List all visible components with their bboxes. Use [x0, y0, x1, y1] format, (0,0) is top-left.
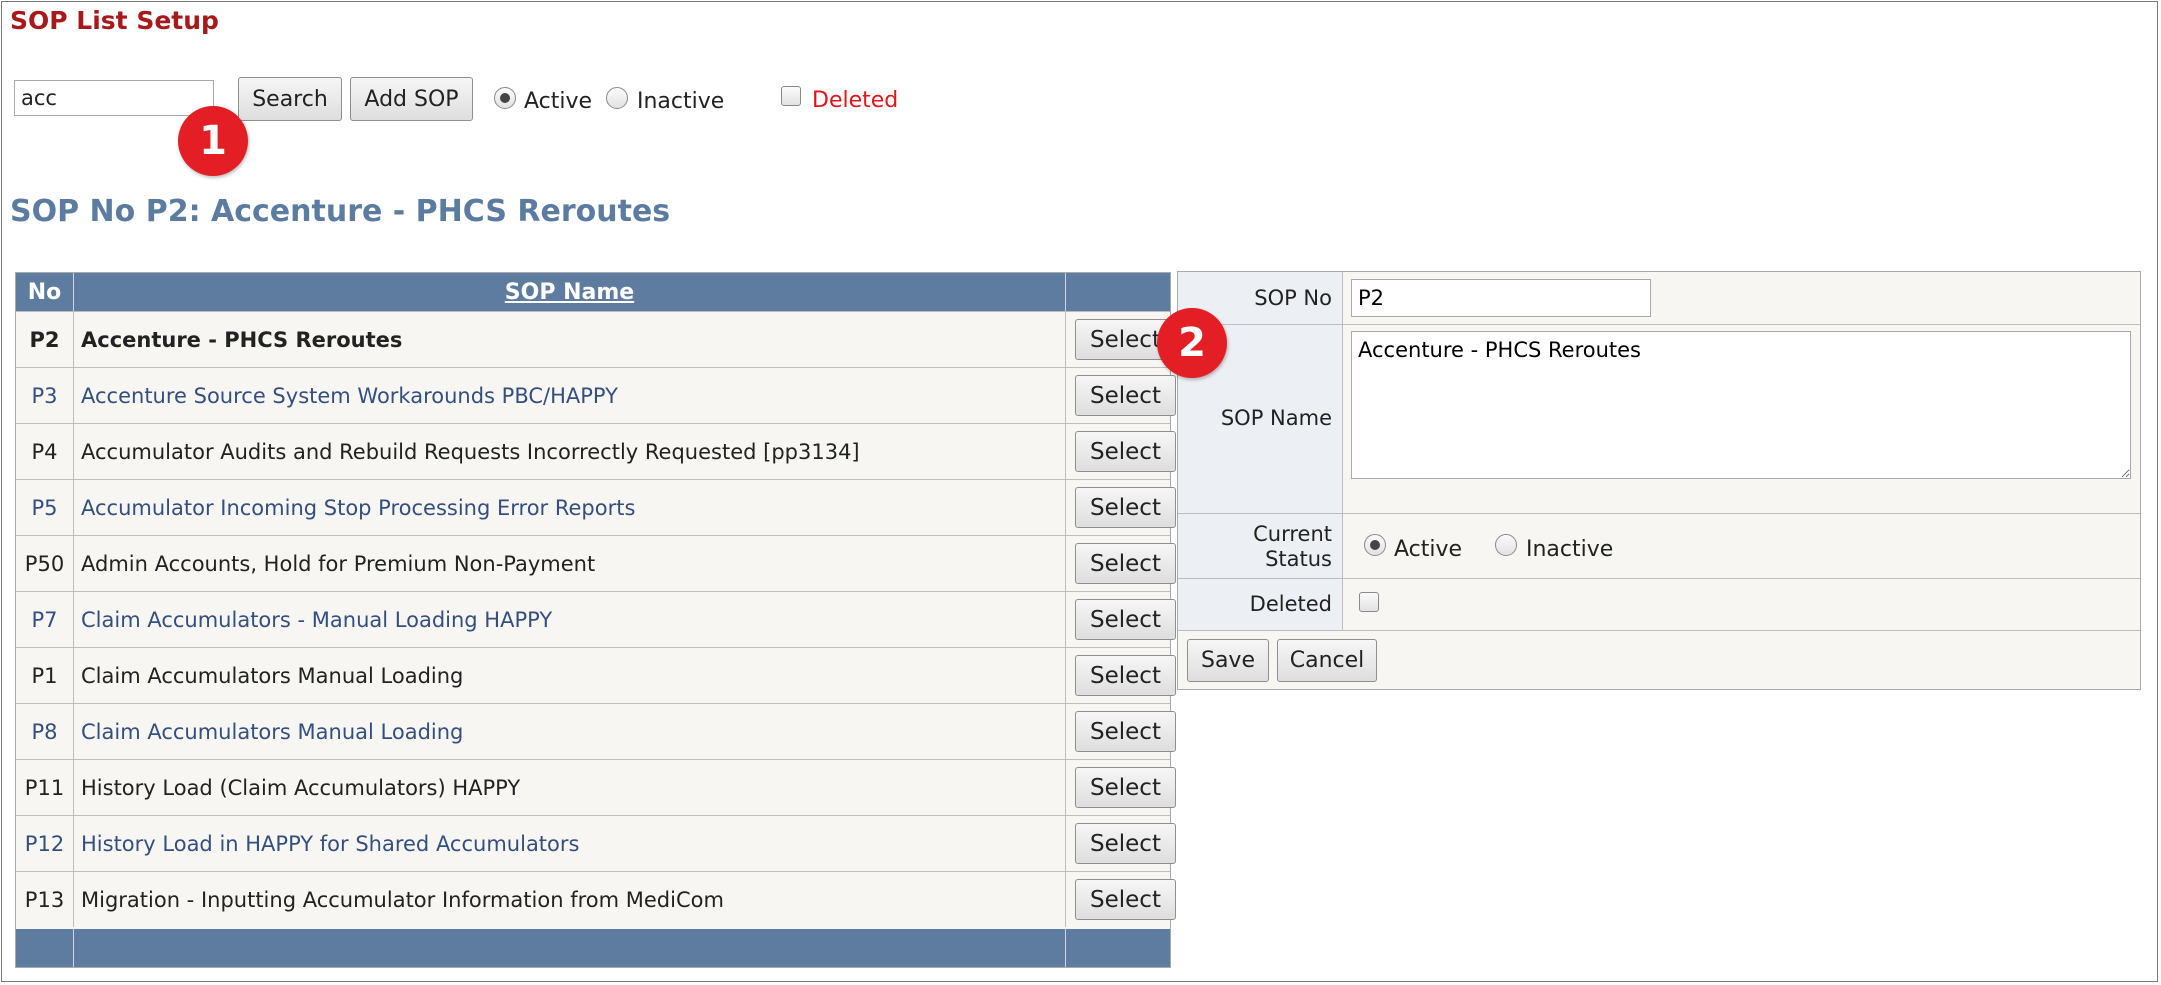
current-status-label: Current Status [1253, 522, 1332, 572]
select-button[interactable]: Select [1075, 599, 1176, 640]
current-status-label-line1: Current [1253, 522, 1332, 546]
select-button[interactable]: Select [1075, 711, 1176, 752]
sop-name-cell: Migration - Inputting Accumulator Inform… [81, 887, 724, 912]
sop-name-textarea[interactable]: Accenture - PHCS Reroutes [1351, 331, 2131, 479]
sop-number-cell: P5 [16, 480, 74, 535]
sop-detail-form: SOP No SOP Name Accenture - PHCS Reroute… [1177, 271, 2141, 690]
sop-number-cell: P7 [16, 592, 74, 647]
select-button[interactable]: Select [1075, 543, 1176, 584]
page-title: SOP List Setup [10, 6, 219, 35]
sop-name-cell[interactable]: Accumulator Incoming Stop Processing Err… [81, 480, 635, 535]
select-cell: Select [1065, 592, 1176, 647]
select-button[interactable]: Select [1075, 431, 1176, 472]
sop-name-cell[interactable]: Claim Accumulators Manual Loading [81, 704, 463, 759]
sop-name-cell: Accenture - PHCS Reroutes [81, 327, 403, 352]
sop-name-cell: Accumulator Audits and Rebuild Requests … [81, 439, 860, 464]
column-header-no: No [16, 273, 74, 311]
select-button[interactable]: Select [1075, 487, 1176, 528]
deleted-label: Deleted [1249, 592, 1332, 616]
sop-number-cell: P50 [16, 536, 74, 591]
select-cell: Select [1065, 480, 1176, 535]
search-input[interactable] [14, 80, 214, 116]
table-row: P4 Accumulator Audits and Rebuild Request… [16, 423, 1176, 479]
filter-inactive-radio[interactable] [606, 87, 628, 109]
select-button[interactable]: Select [1075, 879, 1176, 920]
sop-name-cell: Claim Accumulators Manual Loading [81, 663, 464, 688]
status-inactive-radio[interactable] [1495, 534, 1517, 556]
sop-name-cell: History Load (Claim Accumulators) HAPPY [81, 775, 521, 800]
table-row: P1 Claim Accumulators Manual Loading Selec… [16, 647, 1176, 703]
sop-no-label: SOP No [1254, 286, 1332, 310]
save-button[interactable]: Save [1187, 639, 1269, 682]
select-cell: Select [1065, 648, 1176, 703]
add-sop-button[interactable]: Add SOP [350, 77, 473, 121]
sop-number-cell: P3 [16, 368, 74, 423]
table-row: P7 Claim Accumulators - Manual Loading HA… [16, 591, 1176, 647]
sop-name-cell[interactable]: History Load in HAPPY for Shared Accumul… [81, 816, 579, 871]
sop-name-cell[interactable]: Accenture Source System Workarounds PBC/… [81, 368, 618, 423]
status-active-label: Active [1394, 537, 1463, 562]
select-button[interactable]: Select [1075, 767, 1176, 808]
select-cell: Select [1065, 816, 1176, 871]
select-cell: Select [1065, 760, 1176, 815]
table-row: P12 History Load in HAPPY for Shared Accu… [16, 815, 1176, 871]
cancel-button[interactable]: Cancel [1277, 639, 1377, 682]
column-header-sop-name[interactable]: SOP Name [74, 273, 1066, 311]
filter-deleted-checkbox[interactable] [781, 86, 801, 106]
table-row: P3 Accenture Source System Workarounds PB… [16, 367, 1176, 423]
table-row: P50 Admin Accounts, Hold for Premium Non-… [16, 535, 1176, 591]
filter-active-label: Active [524, 89, 593, 114]
sop-number-cell: P2 [16, 312, 74, 367]
search-button[interactable]: Search [238, 77, 342, 121]
filter-inactive-label: Inactive [637, 89, 725, 114]
current-status-label-line2: Status [1265, 547, 1332, 571]
table-row: P5 Accumulator Incoming Stop Processing E… [16, 479, 1176, 535]
callout-badge-1-icon: 1 [178, 106, 248, 176]
select-cell: Select [1065, 368, 1176, 423]
sop-number-cell: P11 [16, 760, 74, 815]
callout-badge-2-icon: 2 [1157, 308, 1227, 378]
select-button[interactable]: Select [1075, 655, 1176, 696]
table-row: P13 Migration - Inputting Accumulator Inf… [16, 871, 1176, 927]
table-row: P8 Claim Accumulators Manual Loading Selec… [16, 703, 1176, 759]
select-cell: Select [1065, 312, 1176, 367]
sop-heading: SOP No P2: Accenture - PHCS Reroutes [10, 194, 671, 229]
sop-name-label: SOP Name [1220, 406, 1332, 430]
sop-list-table: No SOP Name P2 Accenture - PHCS Reroutes S… [15, 272, 1176, 968]
status-active-radio[interactable] [1364, 534, 1386, 556]
sop-name-cell[interactable]: Claim Accumulators - Manual Loading HAPP… [81, 592, 552, 647]
select-button[interactable]: Select [1075, 375, 1176, 416]
sop-number-cell: P13 [16, 872, 74, 927]
table-row: P11 History Load (Claim Accumulators) HAP… [16, 759, 1176, 815]
table-header: No SOP Name [16, 273, 1170, 311]
status-inactive-label: Inactive [1526, 537, 1614, 562]
filter-active-radio[interactable] [494, 87, 516, 109]
select-cell: Select [1065, 424, 1176, 479]
table-footer [16, 929, 1170, 967]
deleted-checkbox[interactable] [1359, 592, 1379, 612]
select-cell: Select [1065, 704, 1176, 759]
select-cell: Select [1065, 872, 1176, 927]
sop-no-input[interactable] [1351, 279, 1651, 317]
sop-number-cell: P1 [16, 648, 74, 703]
select-cell: Select [1065, 536, 1176, 591]
filter-deleted-label: Deleted [812, 88, 899, 113]
sop-number-cell: P8 [16, 704, 74, 759]
select-button[interactable]: Select [1075, 823, 1176, 864]
sop-number-cell: P4 [16, 424, 74, 479]
sop-number-cell: P12 [16, 816, 74, 871]
sop-name-cell: Admin Accounts, Hold for Premium Non-Pay… [81, 551, 596, 576]
table-row: P2 Accenture - PHCS Reroutes Select [16, 311, 1176, 367]
